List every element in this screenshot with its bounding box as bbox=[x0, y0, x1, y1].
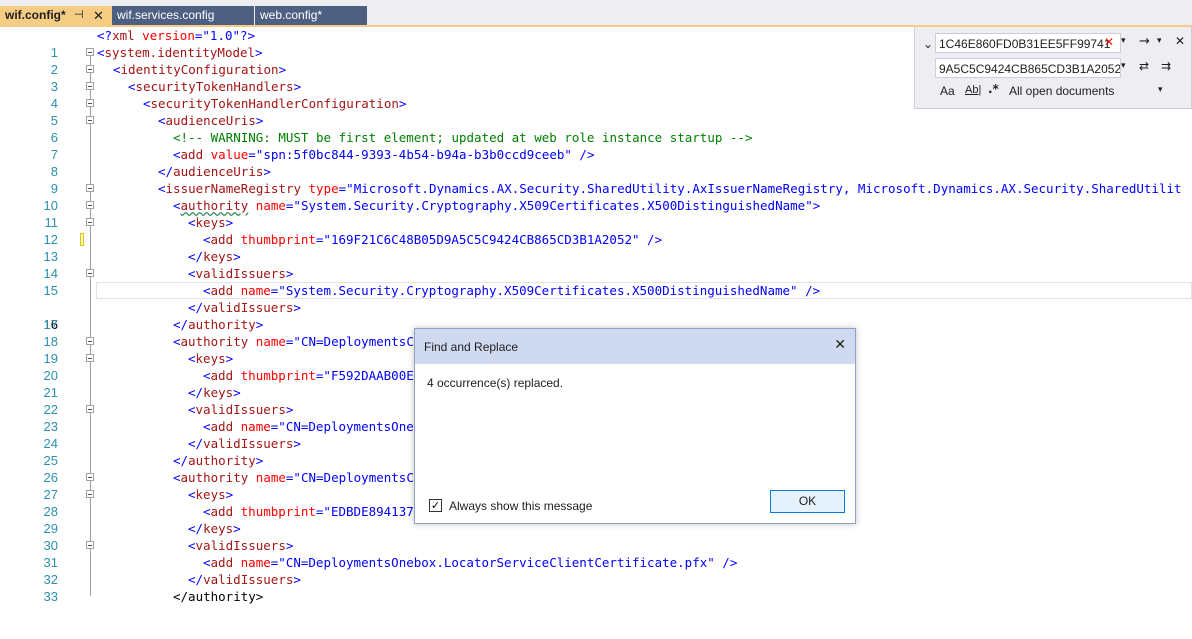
pin-icon[interactable]: ⊣ bbox=[74, 6, 84, 25]
close-find-icon[interactable]: ✕ bbox=[1175, 34, 1185, 48]
tab-web-config[interactable]: web.config* bbox=[255, 6, 367, 25]
close-icon[interactable]: ✕ bbox=[834, 337, 846, 353]
code-line: 17 </validIssuers> bbox=[0, 299, 1192, 332]
current-code-line: 16 <add name="System.Security.Cryptograp… bbox=[0, 282, 1192, 332]
collapse-icon[interactable] bbox=[86, 116, 94, 124]
dialog-title: Find and Replace bbox=[424, 340, 519, 354]
dialog-title-bar: Find and Replace ✕ bbox=[415, 329, 855, 364]
collapse-icon[interactable] bbox=[86, 184, 94, 192]
code-line: 13 <add thumbprint="169F21C6C48B05D9A5C5… bbox=[0, 231, 1192, 264]
close-icon[interactable]: ✕ bbox=[93, 6, 104, 25]
code-line: 10 <issuerNameRegistry type="Microsoft.D… bbox=[0, 180, 1192, 213]
collapse-icon[interactable] bbox=[86, 473, 94, 481]
collapse-icon[interactable] bbox=[86, 99, 94, 107]
code-line: 11 <authority name="System.Security.Cryp… bbox=[0, 197, 1192, 230]
find-history-dropdown-icon[interactable]: ▾ bbox=[1121, 36, 1126, 46]
collapse-icon[interactable] bbox=[86, 490, 94, 498]
collapse-icon[interactable] bbox=[86, 218, 94, 226]
code-line: 33 </validIssuers> bbox=[0, 571, 1192, 604]
collapse-icon[interactable] bbox=[86, 82, 94, 90]
document-tab-strip: wif.config* ⊣ ✕ wif.services.config web.… bbox=[0, 0, 1192, 26]
always-show-label[interactable]: Always show this message bbox=[449, 499, 592, 513]
code-line: 6 <audienceUris> bbox=[0, 112, 1192, 145]
replace-next-icon[interactable]: ⇄ bbox=[1139, 59, 1149, 73]
code-line: 32 <add name="CN=DeploymentsOnebox.Locat… bbox=[0, 554, 1192, 587]
code-line: 12 <keys> bbox=[0, 214, 1192, 247]
search-scope-select[interactable]: All open documents bbox=[1009, 84, 1114, 98]
code-line: 15 <validIssuers> bbox=[0, 265, 1192, 298]
code-line: 8 <add value="spn:5f0bc844-9393-4b54-b94… bbox=[0, 146, 1192, 179]
code-line: 7 <!-- WARNING: MUST be first element; u… bbox=[0, 129, 1192, 162]
collapse-icon[interactable] bbox=[86, 269, 94, 277]
tab-label: wif.config* bbox=[5, 8, 66, 22]
replace-input[interactable]: 9A5C5C9424CB865CD3B1A2052 bbox=[935, 58, 1121, 78]
code-line: 9 </audienceUris> bbox=[0, 163, 1192, 196]
code-line-partial: </authority> bbox=[173, 589, 264, 604]
ok-button[interactable]: OK bbox=[770, 490, 845, 513]
scope-dropdown-icon[interactable]: ▾ bbox=[1158, 85, 1163, 95]
change-marker bbox=[80, 233, 84, 246]
code-line: 14 </keys> bbox=[0, 248, 1192, 281]
match-whole-word-icon[interactable]: Ab| bbox=[965, 84, 981, 96]
dialog-message: 4 occurrence(s) replaced. bbox=[427, 376, 564, 390]
find-next-icon[interactable]: → bbox=[1139, 34, 1150, 49]
collapse-icon[interactable] bbox=[86, 405, 94, 413]
replace-all-icon[interactable]: ⇉ bbox=[1161, 59, 1171, 73]
collapse-icon[interactable] bbox=[86, 541, 94, 549]
find-input[interactable]: 1C46E860FD0B31EE5FF99741 bbox=[935, 33, 1121, 53]
find-replace-dialog: Find and Replace ✕ 4 occurrence(s) repla… bbox=[414, 328, 856, 524]
always-show-checkbox[interactable]: ✓ bbox=[429, 499, 442, 512]
tab-label: web.config* bbox=[260, 8, 323, 22]
collapse-icon[interactable] bbox=[86, 354, 94, 362]
collapse-icon[interactable] bbox=[86, 201, 94, 209]
tab-wif-services-config[interactable]: wif.services.config bbox=[112, 6, 254, 25]
match-case-icon[interactable]: Aa bbox=[940, 84, 955, 98]
find-options-dropdown-icon[interactable]: ▾ bbox=[1157, 36, 1162, 46]
find-replace-widget: ⌄ 1C46E860FD0B31EE5FF99741 ✕ ▾ → ▾ ✕ 9A5… bbox=[914, 27, 1192, 109]
collapse-icon[interactable] bbox=[86, 48, 94, 56]
regex-icon[interactable]: .* bbox=[988, 82, 999, 96]
replace-history-dropdown-icon[interactable]: ▾ bbox=[1121, 61, 1126, 71]
toggle-replace-chevron-icon[interactable]: ⌄ bbox=[923, 37, 933, 51]
collapse-icon[interactable] bbox=[86, 337, 94, 345]
clear-find-icon[interactable]: ✕ bbox=[1104, 35, 1114, 49]
code-line: 31 <validIssuers> bbox=[0, 537, 1192, 570]
tab-wif-config[interactable]: wif.config* ⊣ ✕ bbox=[0, 6, 112, 26]
collapse-icon[interactable] bbox=[86, 65, 94, 73]
tab-label: wif.services.config bbox=[117, 8, 215, 22]
